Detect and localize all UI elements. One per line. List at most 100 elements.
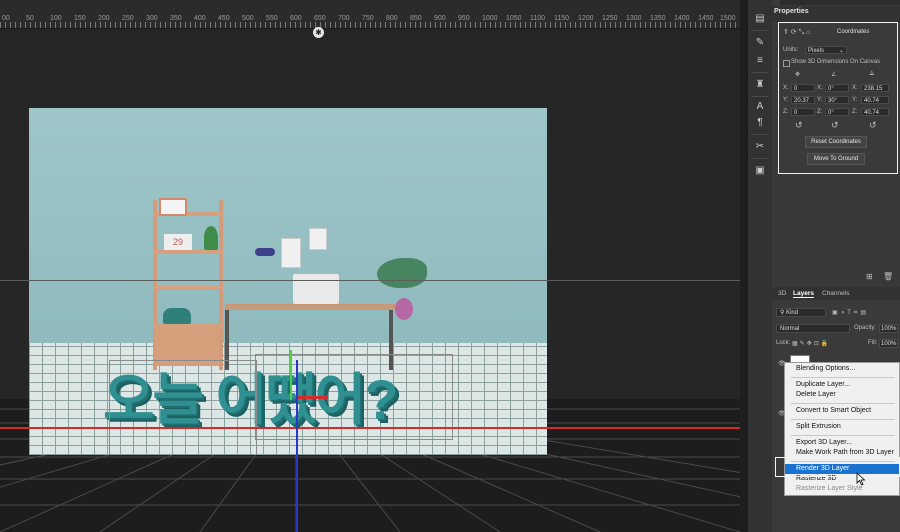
reset-position-icon[interactable]: ↺ (795, 120, 803, 131)
menu-rasterize-layer-style: Rasterize Layer Style (796, 485, 863, 492)
ruler-number: 450 (218, 15, 230, 22)
lock-label: Lock: (776, 340, 791, 346)
layer-filter-select[interactable]: ⚲ Kind (776, 308, 826, 317)
coord-mode-icons[interactable]: ⇑ ⟳ ⤡ ⌂ (783, 28, 810, 37)
menu-export-3d-layer[interactable]: Export 3D Layer... (785, 438, 899, 448)
pink-vase (395, 298, 413, 320)
laptop (293, 274, 339, 304)
rotation-x-field[interactable]: 0° (825, 84, 849, 92)
position-x-field[interactable]: 0 (791, 84, 815, 92)
ruler-number: 1000 (482, 15, 498, 22)
units-select[interactable]: Pixels ⌄ (805, 46, 847, 54)
menu-convert-smart-object[interactable]: Convert to Smart Object (785, 406, 899, 416)
wall-art (309, 228, 327, 250)
clone-source-icon[interactable]: ♜ (753, 78, 767, 92)
scale-y-field[interactable]: 40.74 (861, 96, 889, 104)
ruler-number: 100 (50, 15, 62, 22)
menu-delete-layer[interactable]: Delete Layer (785, 390, 899, 400)
scale-x-field[interactable]: 238.15 (861, 84, 889, 92)
tab-layers[interactable]: Layers (793, 290, 814, 298)
rot-y-label: Y: (817, 97, 823, 103)
tools-icon[interactable]: ✂ (753, 140, 767, 154)
notes-icon[interactable]: ▣ (753, 164, 767, 178)
x-axis-gizmo[interactable] (298, 396, 328, 399)
panel-collapse-bar[interactable] (780, 0, 900, 5)
filter-icons[interactable]: ▣◑T⌗▤ (832, 309, 869, 317)
menu-duplicate-layer[interactable]: Duplicate Layer... (785, 380, 899, 390)
ruler-number: 1300 (626, 15, 642, 22)
ruler-number: 400 (194, 15, 206, 22)
position-z-field[interactable]: 0 (791, 108, 815, 116)
shelf-board (153, 250, 223, 254)
ruler-number: 1250 (602, 15, 618, 22)
x-axis-line (0, 427, 740, 429)
reset-coordinates-button[interactable]: Reset Coordinates (805, 136, 867, 148)
scale-icon: ⟁ (869, 71, 875, 77)
rotation-y-field[interactable]: 30° (825, 96, 849, 104)
reset-rotation-icon[interactable]: ↺ (831, 120, 839, 131)
horizontal-ruler[interactable]: 00 50 100 150 200 250 300 350 400 450 50… (0, 0, 740, 29)
light-source-icon[interactable]: ✱ (313, 27, 324, 38)
opacity-field[interactable]: 100% (879, 324, 898, 333)
menu-split-extrusion[interactable]: Split Extrusion (785, 422, 899, 432)
monstera-plant (377, 258, 427, 288)
potted-plant (204, 226, 218, 250)
properties-tab[interactable]: Properties (774, 8, 809, 15)
wall-art (281, 238, 301, 268)
tab-3d[interactable]: 3D (778, 290, 786, 297)
ruler-number: 1400 (674, 15, 690, 22)
blend-mode-select[interactable]: Normal (776, 324, 850, 333)
ruler-number: 500 (242, 15, 254, 22)
scale-z-label: Z: (852, 109, 858, 115)
desk-lamp (255, 248, 275, 256)
history-icon[interactable]: ▤ (753, 12, 767, 26)
rotation-z-field[interactable]: 0° (825, 108, 849, 116)
tab-channels[interactable]: Channels (822, 290, 849, 297)
units-value: Pixels (808, 48, 825, 54)
canister (163, 308, 191, 324)
position-y-field[interactable]: 20.37 (791, 96, 815, 104)
ruler-number: 600 (290, 15, 302, 22)
mouse-cursor-icon (856, 472, 866, 486)
ruler-ticks (0, 22, 740, 28)
z-axis-line (296, 360, 298, 532)
3d-bounding-box (109, 360, 257, 455)
scale-z-field[interactable]: 40.74 (861, 108, 889, 116)
ruler-number: 1150 (554, 15, 570, 22)
scale-y-label: Y: (852, 97, 858, 103)
ruler-number: 200 (98, 15, 110, 22)
properties-panel: ⇑ ⟳ ⤡ ⌂ Coordinates Units: Pixels ⌄ Show… (778, 22, 898, 174)
reset-scale-icon[interactable]: ↺ (869, 120, 877, 131)
fill-label: Fill: (868, 340, 878, 346)
lock-icons[interactable]: ▦✎✥⊡🔒 (792, 340, 830, 347)
ruler-number: 750 (362, 15, 374, 22)
ruler-number: 800 (386, 15, 398, 22)
ruler-number: 50 (26, 15, 34, 22)
position-icon: ✥ (795, 72, 801, 78)
shelf-board (153, 286, 223, 290)
adjustments-icon[interactable]: ≡ (753, 54, 767, 68)
ruler-number: 650 (314, 15, 326, 22)
scale-x-label: X: (852, 85, 858, 91)
new-icon[interactable]: ⊞ (866, 272, 873, 281)
y-axis-gizmo[interactable] (290, 350, 292, 400)
coordinates-label: Coordinates (837, 29, 870, 35)
character-icon[interactable]: A (753, 100, 767, 114)
brush-icon[interactable]: ✎ (753, 36, 767, 50)
pos-x-label: X: (783, 85, 789, 91)
paragraph-icon[interactable]: ¶ (753, 116, 767, 130)
ruler-number: 1450 (698, 15, 714, 22)
ruler-number: 1100 (530, 15, 546, 22)
menu-blending-options[interactable]: Blending Options... (785, 364, 899, 374)
ruler-number: 150 (74, 15, 86, 22)
ruler-number: 1500 (720, 15, 736, 22)
shelf-post (219, 200, 223, 370)
fill-field[interactable]: 100% (879, 339, 898, 348)
ruler-number: 700 (338, 15, 350, 22)
show-3d-dimensions-label: Show 3D Dimensions On Canvas (791, 59, 881, 65)
move-to-ground-button[interactable]: Move To Ground (807, 153, 865, 165)
ruler-number: 300 (146, 15, 158, 22)
trash-icon[interactable]: 🗑 (883, 272, 893, 281)
show-3d-dimensions-checkbox[interactable] (783, 60, 790, 67)
document-canvas[interactable]: 29 오늘 어땠어? (29, 108, 547, 455)
